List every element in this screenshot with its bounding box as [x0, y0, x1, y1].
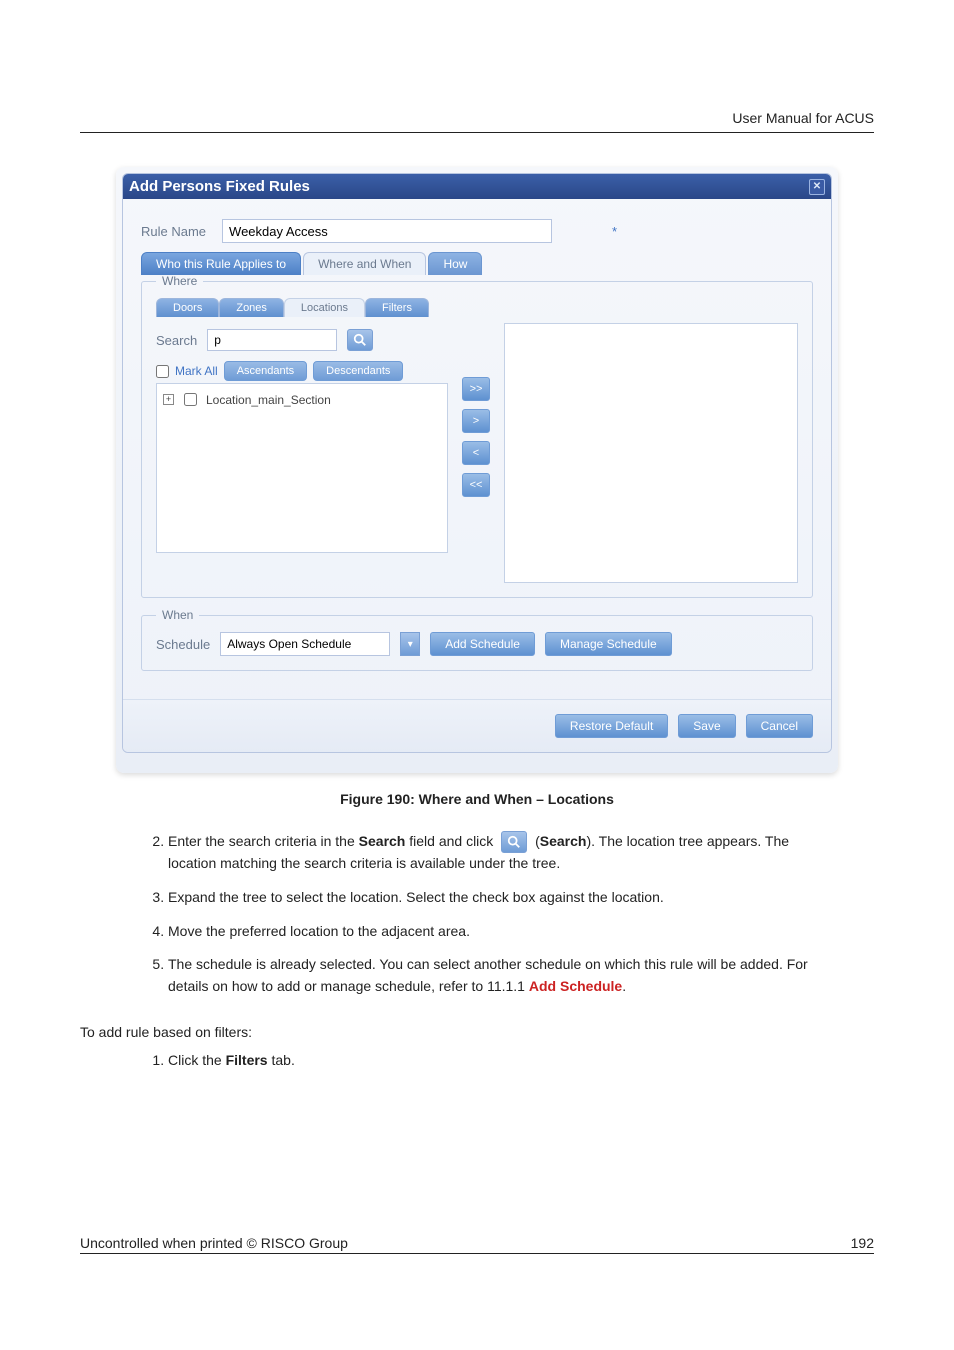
dialog-footer: Restore Default Save Cancel	[123, 699, 831, 752]
page-number: 192	[851, 1235, 874, 1251]
body-text: To add rule based on filters:	[80, 1024, 838, 1040]
dialog: Add Persons Fixed Rules ✕ Rule Name * Wh…	[122, 173, 832, 753]
schedule-label: Schedule	[156, 637, 210, 652]
tree-item[interactable]: + Location_main_Section	[163, 390, 441, 409]
inner-tab-doors[interactable]: Doors	[156, 298, 219, 317]
screenshot-wrapper: Add Persons Fixed Rules ✕ Rule Name * Wh…	[116, 167, 838, 773]
move-left-button[interactable]: <	[462, 441, 490, 465]
manage-schedule-button[interactable]: Manage Schedule	[545, 632, 672, 656]
move-right-button[interactable]: >	[462, 409, 490, 433]
dialog-titlebar: Add Persons Fixed Rules ✕	[123, 174, 831, 199]
expand-icon[interactable]: +	[163, 394, 174, 405]
tab-how[interactable]: How	[428, 252, 482, 275]
dialog-title: Add Persons Fixed Rules	[129, 178, 310, 195]
rule-name-input[interactable]	[222, 219, 552, 243]
when-fieldset: When Schedule ▾ Add Schedule Manage Sche…	[141, 608, 813, 671]
inner-tab-filters[interactable]: Filters	[365, 298, 429, 317]
footer-left: Uncontrolled when printed © RISCO Group	[80, 1235, 348, 1251]
mark-all-label: Mark All	[175, 364, 218, 378]
steps2-item-1: Click the Filters tab.	[168, 1050, 838, 1072]
cancel-button[interactable]: Cancel	[746, 714, 813, 738]
where-fieldset: Where Doors Zones Locations Filters Sear…	[141, 274, 813, 598]
where-inner-tabs: Doors Zones Locations Filters	[156, 298, 798, 317]
schedule-select[interactable]	[220, 632, 390, 656]
steps-list: Enter the search criteria in the Search …	[140, 831, 838, 998]
tree-item-label: Location_main_Section	[206, 393, 331, 407]
descendants-button[interactable]: Descendants	[313, 361, 403, 381]
outer-tabset: Who this Rule Applies to Where and When …	[141, 251, 813, 274]
search-label: Search	[156, 333, 197, 348]
inner-tab-locations[interactable]: Locations	[284, 298, 365, 317]
step-4: Move the preferred location to the adjac…	[168, 921, 838, 943]
inner-tab-zones[interactable]: Zones	[219, 298, 284, 317]
restore-default-button[interactable]: Restore Default	[555, 714, 668, 738]
steps2-list: Click the Filters tab.	[140, 1050, 838, 1072]
rule-name-label: Rule Name	[141, 224, 206, 239]
search-icon	[507, 835, 521, 849]
search-button[interactable]	[347, 329, 373, 351]
page-header-right: User Manual for ACUS	[80, 110, 874, 133]
move-all-right-button[interactable]: >>	[462, 377, 490, 401]
move-all-left-button[interactable]: <<	[462, 473, 490, 497]
required-mark: *	[612, 224, 617, 239]
chevron-down-icon: ▾	[408, 639, 413, 650]
when-legend: When	[156, 608, 199, 622]
close-icon[interactable]: ✕	[809, 179, 825, 195]
step-3: Expand the tree to select the location. …	[168, 887, 838, 909]
step-2: Enter the search criteria in the Search …	[168, 831, 838, 875]
location-tree-box[interactable]: + Location_main_Section	[156, 383, 448, 553]
tree-item-checkbox[interactable]	[184, 393, 197, 406]
add-schedule-button[interactable]: Add Schedule	[430, 632, 535, 656]
figure-caption: Figure 190: Where and When – Locations	[80, 791, 874, 807]
search-icon	[353, 333, 367, 347]
step-5: The schedule is already selected. You ca…	[168, 954, 838, 997]
page-footer: Uncontrolled when printed © RISCO Group …	[80, 1235, 874, 1254]
inline-search-button	[501, 831, 527, 853]
search-input[interactable]	[207, 329, 337, 351]
schedule-dropdown-button[interactable]: ▾	[400, 632, 420, 656]
selected-locations-box[interactable]	[504, 323, 798, 583]
ascendants-button[interactable]: Ascendants	[224, 361, 307, 381]
move-buttons-column: >> > < <<	[462, 323, 490, 583]
save-button[interactable]: Save	[678, 714, 735, 738]
tab-who[interactable]: Who this Rule Applies to	[141, 252, 301, 275]
where-legend: Where	[156, 274, 203, 288]
mark-all-checkbox[interactable]	[156, 365, 169, 378]
tab-where-when[interactable]: Where and When	[303, 252, 426, 275]
add-schedule-link[interactable]: Add Schedule	[529, 978, 622, 994]
